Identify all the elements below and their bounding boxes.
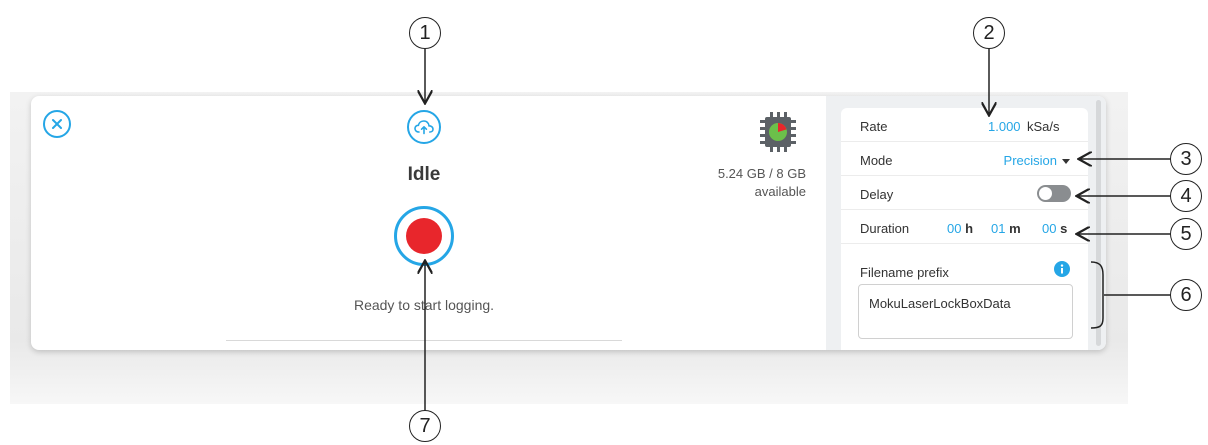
callout-2: 2	[973, 17, 1005, 49]
callout-1: 1	[409, 17, 441, 49]
callout-4: 4	[1170, 180, 1202, 212]
callout-3: 3	[1170, 143, 1202, 175]
callout-6: 6	[1170, 279, 1202, 311]
callout-7: 7	[409, 410, 441, 442]
callout-5: 5	[1170, 218, 1202, 250]
callout-arrows	[0, 49, 1171, 411]
